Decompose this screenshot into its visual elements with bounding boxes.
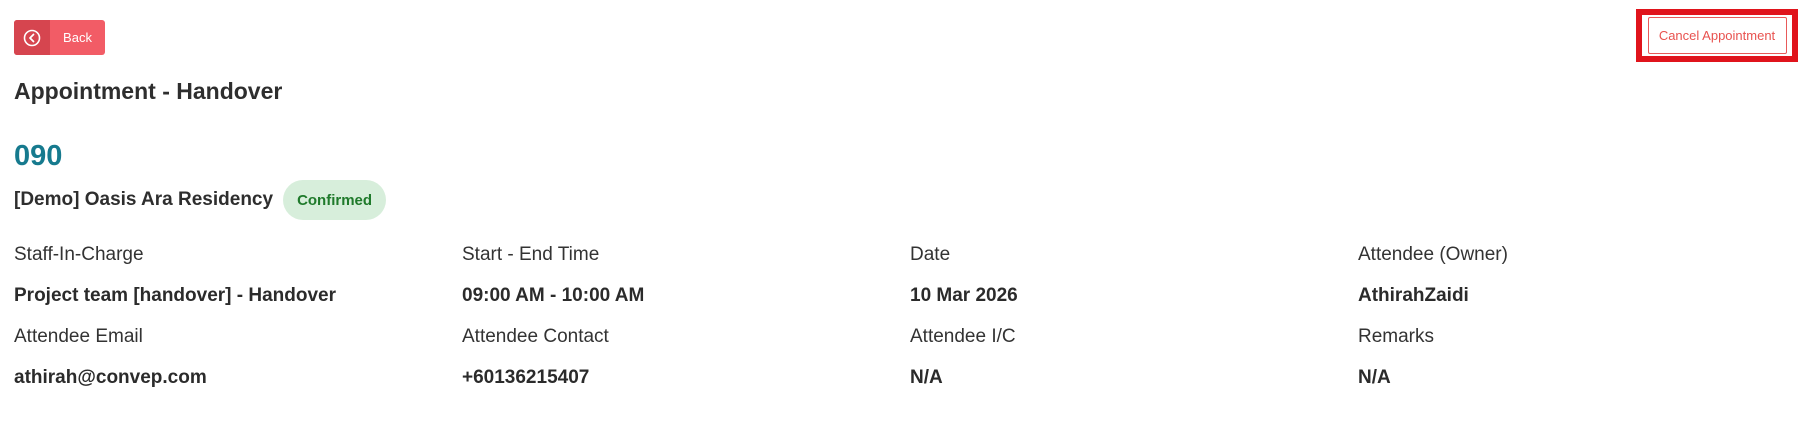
detail-label: Remarks [1358,326,1435,347]
detail-attendee-ic: Attendee I/C N/A [910,326,1358,408]
detail-label: Start - End Time [462,244,600,265]
back-circle-icon [14,20,50,55]
detail-value: athirah@convep.com [14,367,207,388]
cancel-appointment-button[interactable]: Cancel Appointment [1647,17,1787,54]
detail-start-end-time: Start - End Time 09:00 AM - 10:00 AM [462,244,910,326]
detail-value: N/A [910,367,943,388]
detail-label: Attendee Email [14,326,143,347]
detail-label: Staff-In-Charge [14,244,144,265]
appointment-page: Back Cancel Appointment Appointment - Ha… [0,0,1813,444]
detail-attendee-email: Attendee Email athirah@convep.com [14,326,462,408]
unit-number: 090 [14,140,63,172]
detail-value: N/A [1358,367,1391,388]
detail-label: Attendee Contact [462,326,609,347]
detail-label: Attendee (Owner) [1358,244,1508,265]
page-title: Appointment - Handover [14,78,283,104]
back-button-label: Back [63,30,92,45]
appointment-details-grid: Staff-In-Charge Project team [handover] … [14,244,1806,408]
project-row: [Demo] Oasis Ara Residency Confirmed [14,180,387,220]
cancel-appointment-highlight: Cancel Appointment [1636,9,1798,62]
detail-label: Attendee I/C [910,326,1016,347]
detail-value: +60136215407 [462,367,590,388]
detail-staff-in-charge: Staff-In-Charge Project team [handover] … [14,244,462,326]
detail-value: AthirahZaidi [1358,285,1469,306]
detail-label: Date [910,244,951,265]
back-button[interactable]: Back [14,20,105,55]
detail-attendee-owner: Attendee (Owner) AthirahZaidi [1358,244,1806,326]
detail-value: 09:00 AM - 10:00 AM [462,285,645,306]
project-name: [Demo] Oasis Ara Residency [14,189,274,210]
status-badge: Confirmed [283,180,387,220]
detail-value: 10 Mar 2026 [910,285,1018,306]
detail-attendee-contact: Attendee Contact +60136215407 [462,326,910,408]
detail-date: Date 10 Mar 2026 [910,244,1358,326]
detail-remarks: Remarks N/A [1358,326,1806,408]
detail-value: Project team [handover] - Handover [14,285,337,306]
